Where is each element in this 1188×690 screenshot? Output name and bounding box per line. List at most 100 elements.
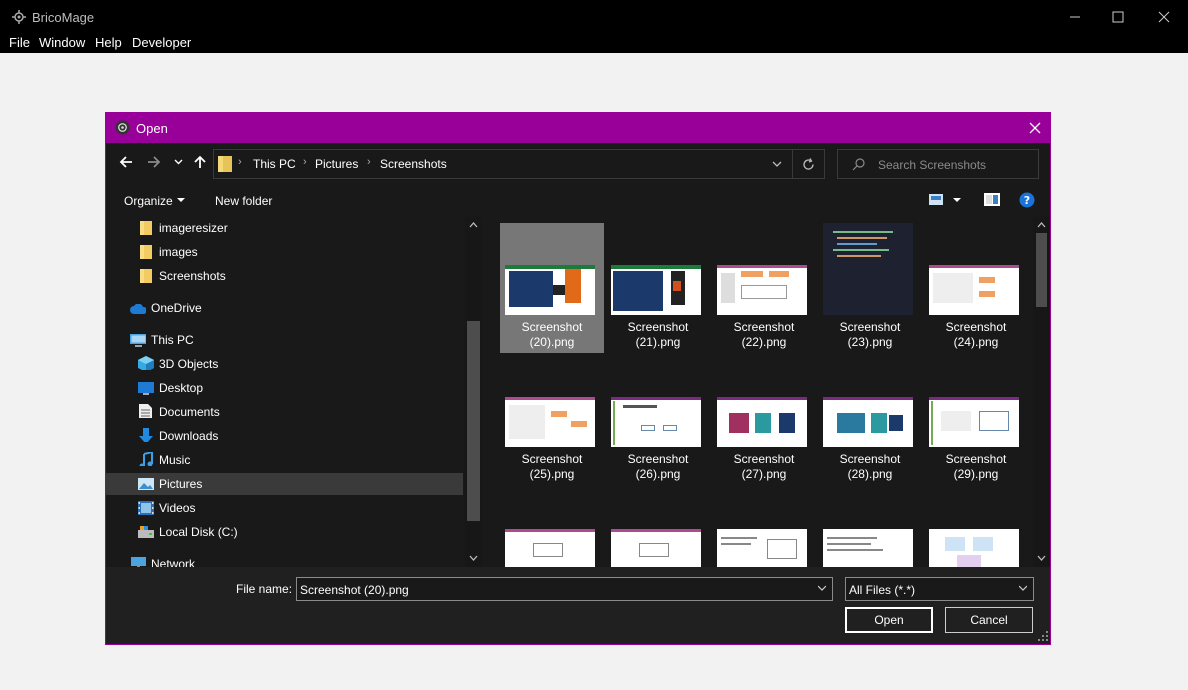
file-item[interactable]: Screenshot (20).png	[500, 223, 604, 353]
file-name: Screenshot (23).png	[818, 320, 922, 350]
new-folder-button[interactable]: New folder	[215, 194, 272, 208]
organize-dropdown-icon	[177, 198, 185, 202]
file-name-line1: Screenshot	[521, 320, 583, 334]
app-logo-icon	[12, 10, 26, 24]
file-thumbnail	[505, 265, 595, 315]
help-icon[interactable]: ?	[1019, 192, 1035, 208]
open-dialog: Open › This PC › Pictures › Screenshots …	[105, 112, 1051, 645]
file-name: Screenshot (24).png	[924, 320, 1028, 350]
file-item[interactable]: Screenshot (21).png	[606, 223, 710, 353]
file-name-line2: (26).png	[635, 467, 681, 481]
sidebar-item-label: imageresizer	[159, 221, 228, 235]
sidebar-item-screenshots[interactable]: Screenshots	[106, 265, 463, 287]
recent-locations-chevron-icon[interactable]	[174, 159, 183, 165]
file-item[interactable]: Screenshot (27).png	[712, 355, 816, 485]
desktop-icon	[138, 382, 154, 395]
music-icon	[139, 452, 153, 466]
cloud-icon	[130, 304, 146, 314]
dialog-close-button[interactable]	[1020, 113, 1050, 143]
address-dropdown-chevron-icon[interactable]	[772, 161, 782, 167]
up-arrow-icon[interactable]	[193, 155, 207, 169]
sidebar-item-downloads[interactable]: Downloads	[106, 425, 463, 447]
sidebar-item-videos[interactable]: Videos	[106, 497, 463, 519]
file-item[interactable]: Screenshot (25).png	[500, 355, 604, 485]
file-name-line1: Screenshot	[945, 320, 1007, 334]
file-item[interactable]	[606, 487, 710, 567]
sidebar-item-documents[interactable]: Documents	[106, 401, 463, 423]
file-name-line1: Screenshot	[627, 452, 689, 466]
minimize-button[interactable]	[1052, 0, 1098, 34]
file-thumbnail	[505, 397, 595, 447]
file-name-line2: (27).png	[741, 467, 787, 481]
breadcrumb-screenshots[interactable]: Screenshots	[380, 157, 447, 171]
file-item[interactable]: Screenshot (26).png	[606, 355, 710, 485]
file-item[interactable]	[500, 487, 604, 567]
view-options-icon[interactable]	[929, 194, 943, 205]
navigation-scrollbar[interactable]	[465, 217, 482, 567]
menu-help[interactable]: Help	[95, 35, 122, 50]
file-list-scrollbar[interactable]	[1033, 217, 1050, 567]
scrollbar-thumb[interactable]	[1036, 233, 1047, 307]
forward-arrow-icon[interactable]	[147, 155, 161, 169]
file-thumbnail	[823, 529, 913, 567]
file-item[interactable]: Screenshot (28).png	[818, 355, 922, 485]
sidebar-item-desktop[interactable]: Desktop	[106, 377, 463, 399]
sidebar-item-images[interactable]: images	[106, 241, 463, 263]
dialog-titlebar: Open	[106, 113, 1050, 143]
scroll-down-icon[interactable]	[469, 555, 478, 561]
dialog-toolbar: Organize New folder ?	[106, 183, 1050, 217]
organize-button[interactable]: Organize	[124, 194, 173, 208]
file-item[interactable]	[924, 487, 1028, 567]
scroll-up-icon[interactable]	[469, 222, 478, 228]
file-item[interactable]	[818, 487, 922, 567]
sidebar-item-this-pc[interactable]: This PC	[106, 329, 463, 351]
file-item[interactable]: Screenshot (23).png	[818, 223, 922, 353]
address-bar[interactable]: › This PC › Pictures › Screenshots	[213, 149, 825, 179]
maximize-button[interactable]	[1095, 0, 1141, 34]
network-icon	[131, 557, 146, 567]
search-input[interactable]: Search Screenshots	[837, 149, 1039, 179]
view-dropdown-icon[interactable]	[953, 198, 961, 203]
sidebar-item-imageresizer[interactable]: imageresizer	[106, 217, 463, 239]
scrollbar-thumb[interactable]	[467, 321, 480, 521]
menu-developer[interactable]: Developer	[132, 35, 191, 50]
menu-window[interactable]: Window	[39, 35, 85, 50]
file-item[interactable]: Screenshot (22).png	[712, 223, 816, 353]
resize-grip-icon[interactable]	[1038, 631, 1048, 641]
chevron-down-icon[interactable]	[818, 584, 826, 592]
folder-icon	[218, 156, 232, 172]
file-type-select[interactable]: All Files (*.*)	[845, 577, 1034, 601]
menu-file[interactable]: File	[9, 35, 30, 50]
sidebar-item-3d-objects[interactable]: 3D Objects	[106, 353, 463, 375]
breadcrumb-this-pc[interactable]: This PC	[253, 157, 296, 171]
sidebar-item-music[interactable]: Music	[106, 449, 463, 471]
sidebar-item-onedrive[interactable]: OneDrive	[106, 297, 463, 319]
preview-pane-icon[interactable]	[984, 193, 1000, 206]
file-list: Screenshot (20).png Screenshot (21).png Sc…	[482, 217, 1050, 567]
sidebar-item-label: Desktop	[159, 381, 204, 395]
file-name: Screenshot (22).png	[712, 320, 816, 350]
file-thumbnail	[823, 223, 913, 315]
sidebar-item-network[interactable]: Network	[106, 553, 463, 567]
folder-icon	[140, 221, 152, 235]
file-item[interactable]	[712, 487, 816, 567]
file-item[interactable]: Screenshot (24).png	[924, 223, 1028, 353]
computer-icon	[130, 334, 146, 347]
sidebar-item-label: 3D Objects	[159, 357, 219, 371]
cancel-button[interactable]: Cancel	[945, 607, 1033, 633]
file-thumbnail	[505, 529, 595, 567]
scroll-down-icon[interactable]	[1037, 555, 1046, 561]
open-button[interactable]: Open	[845, 607, 933, 633]
sidebar-item-label: Pictures	[159, 477, 203, 491]
file-name-input[interactable]: Screenshot (20).png	[296, 577, 833, 601]
file-item[interactable]: Screenshot (29).png	[924, 355, 1028, 485]
scroll-up-icon[interactable]	[1037, 222, 1046, 228]
close-window-button[interactable]	[1141, 0, 1187, 34]
back-arrow-icon[interactable]	[119, 155, 133, 169]
breadcrumb-pictures[interactable]: Pictures	[315, 157, 358, 171]
file-thumbnail	[929, 397, 1019, 447]
sidebar-item-local-disk[interactable]: Local Disk (C:)	[106, 521, 463, 543]
refresh-icon[interactable]	[802, 158, 815, 171]
file-name-line1: Screenshot	[733, 320, 795, 334]
sidebar-item-pictures[interactable]: Pictures	[106, 473, 463, 495]
